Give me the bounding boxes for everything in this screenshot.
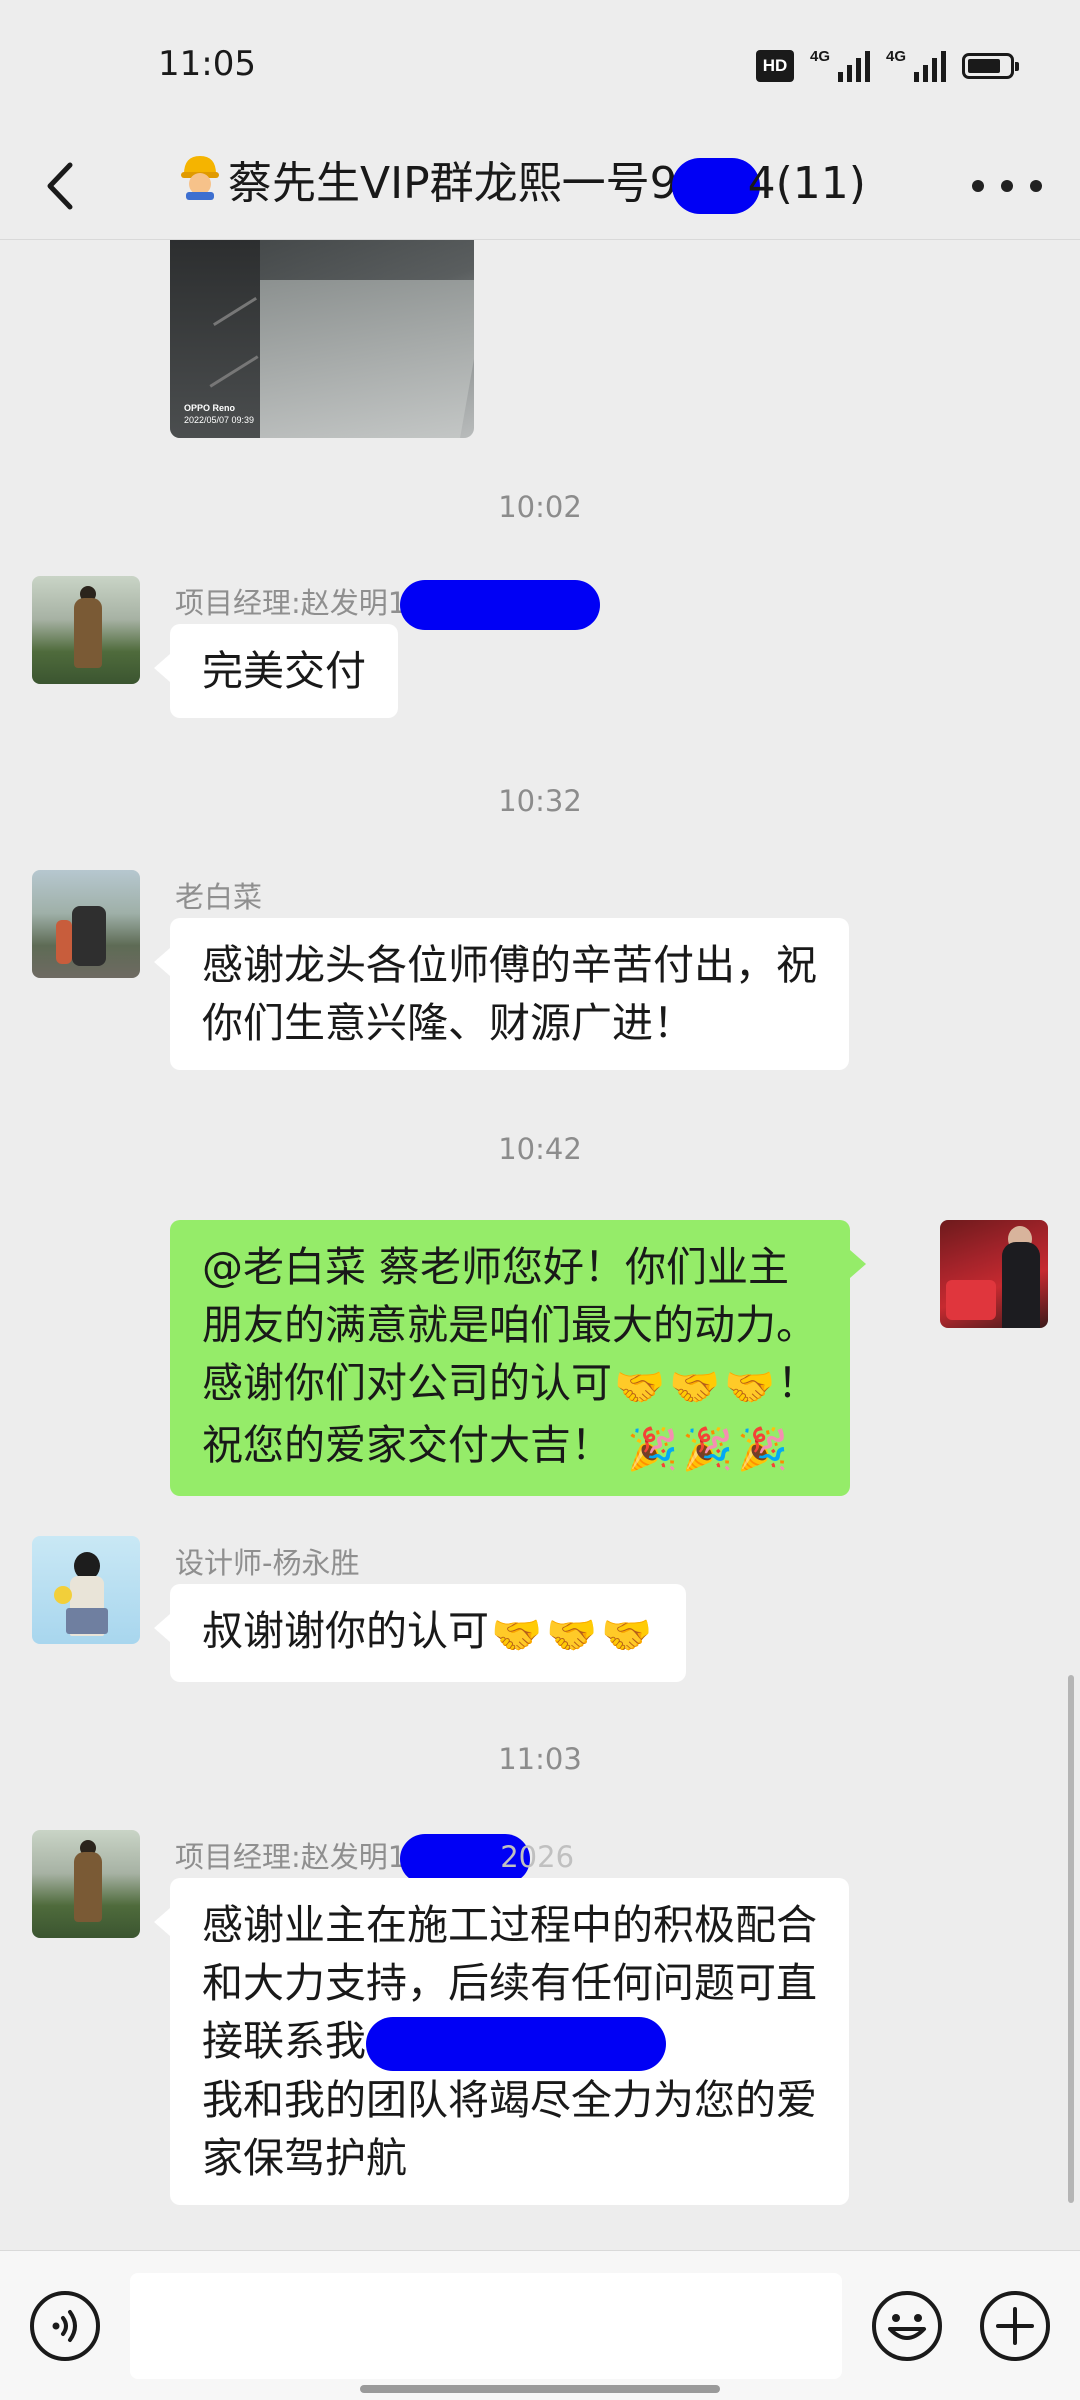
party-popper-emoji-icon: 🎉 [627, 1425, 679, 1473]
smiley-face-icon [872, 2291, 942, 2361]
chat-header: 蔡先生VIP群龙熙一号9 4(11) [0, 135, 1080, 240]
battery-level [968, 59, 1000, 73]
hd-voice-icon: HD [756, 50, 794, 82]
timestamp: 10:42 [498, 1132, 582, 1166]
timestamp: 10:02 [498, 490, 582, 524]
battery-icon [962, 53, 1019, 79]
input-bar [0, 2250, 1080, 2400]
redaction-mark [400, 580, 601, 630]
status-icons: HD 4G 4G [756, 48, 1019, 82]
avatar[interactable] [32, 1536, 140, 1644]
network-type-label: 4G [886, 48, 907, 65]
handshake-emoji-icon: 🤝 [601, 1611, 653, 1659]
signal-strength-icon: 4G [810, 48, 870, 82]
status-bar: 11:05 HD 4G 4G [0, 0, 1080, 135]
image-message[interactable]: OPPO Reno 2022/05/07 09:39 [170, 240, 474, 438]
sender-name: 老白菜 [175, 880, 263, 914]
photo-watermark: OPPO Reno 2022/05/07 09:39 [184, 403, 255, 425]
more-button[interactable] [972, 171, 1042, 201]
message-bubble[interactable]: @老白菜 蔡老师您好！你们业主 朋友的满意就是咱们最大的动力。 感谢你们对公司的… [170, 1220, 867, 1496]
chevron-left-icon [47, 162, 73, 210]
message-bubble[interactable]: 感谢业主在施工过程中的积极配合 和大力支持，后续有任何问题可直 接联系我: 我和… [154, 1878, 849, 2205]
party-popper-emoji-icon: 🎉 [682, 1425, 734, 1473]
redaction-mark [671, 158, 760, 214]
network-type-label: 4G [810, 48, 831, 65]
more-functions-button[interactable] [978, 2289, 1052, 2363]
handshake-emoji-icon: 🤝 [614, 1363, 666, 1411]
handshake-emoji-icon: 🤝 [724, 1363, 776, 1411]
handshake-emoji-icon: 🤝 [669, 1363, 721, 1411]
handshake-emoji-icon: 🤝 [491, 1611, 543, 1659]
sender-name: 项目经理:赵发明1 [175, 580, 601, 630]
construction-worker-emoji-icon [178, 151, 222, 221]
timestamp: 11:03 [498, 1742, 582, 1776]
handshake-emoji-icon: 🤝 [546, 1611, 598, 1659]
chat-title: 蔡先生VIP群龙熙一号9 4(11) [178, 149, 898, 221]
message-list[interactable]: OPPO Reno 2022/05/07 09:39 10:02 项目经理:赵发… [0, 240, 1080, 2250]
emoji-button[interactable] [870, 2289, 944, 2363]
party-popper-emoji-icon: 🎉 [737, 1425, 789, 1473]
message-bubble[interactable]: 感谢龙头各位师傅的辛苦付出，祝 你们生意兴隆、财源广进！ [154, 918, 849, 1070]
timestamp: 10:32 [498, 784, 582, 818]
sender-name: 设计师-杨永胜 [175, 1546, 360, 1580]
signal-strength-icon: 4G [886, 48, 946, 82]
home-indicator[interactable] [360, 2385, 720, 2393]
redaction-mark [365, 2017, 666, 2071]
avatar[interactable] [32, 870, 140, 978]
avatar[interactable] [32, 1830, 140, 1938]
voice-input-icon [30, 2291, 100, 2361]
plus-circle-icon [980, 2291, 1050, 2361]
ellipsis-icon [972, 180, 984, 192]
avatar[interactable] [32, 576, 140, 684]
avatar[interactable] [940, 1220, 1048, 1328]
status-time: 11:05 [158, 44, 256, 84]
chat-title-text: 蔡先生VIP群龙熙一号9 [228, 158, 678, 209]
chat-title-count: 4(11) [747, 158, 866, 209]
message-input[interactable] [130, 2273, 842, 2379]
message-bubble[interactable]: 叔谢谢你的认可🤝🤝🤝 [153, 1584, 687, 1682]
back-button[interactable] [32, 153, 92, 219]
message-bubble[interactable]: 完美交付 [154, 624, 398, 718]
sender-name: 项目经理:赵发明1 2026 [175, 1834, 574, 1884]
scrollbar[interactable] [1068, 1675, 1074, 2203]
voice-input-button[interactable] [28, 2289, 102, 2363]
